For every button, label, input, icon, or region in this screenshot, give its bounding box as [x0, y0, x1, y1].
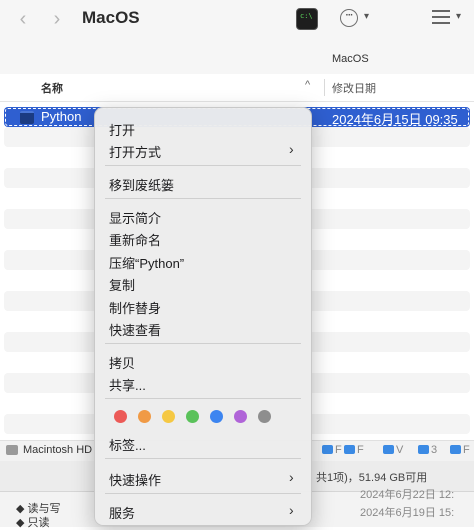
menu-item-get-info[interactable]: 显示简介 [109, 208, 161, 227]
breadcrumb[interactable]: F [344, 444, 364, 456]
breadcrumb[interactable]: 3 [418, 444, 437, 456]
forward-icon[interactable]: › [46, 8, 68, 30]
menu-divider [105, 343, 301, 344]
menu-item-services[interactable]: 服务 [109, 503, 135, 522]
menu-divider [105, 493, 301, 494]
tag-color-green[interactable] [186, 410, 199, 423]
tag-color-red[interactable] [114, 410, 127, 423]
info-date: 2024年6月22日 12: [360, 489, 455, 501]
disk-icon [6, 445, 18, 455]
column-name-header[interactable]: 名称 [41, 80, 63, 96]
breadcrumb[interactable]: V [383, 444, 403, 456]
info-date: 2024年6月19日 15: [360, 507, 455, 519]
column-date-header[interactable]: 修改日期 [332, 80, 376, 96]
file-name: Python [41, 109, 82, 124]
path-bar: MacOS [0, 42, 474, 75]
chevron-right-icon: › [289, 502, 294, 518]
folder-icon [322, 445, 333, 454]
status-text: 共1项)，51.94 GB可用 [316, 472, 428, 484]
ellipsis-circle-icon[interactable]: ··· [340, 9, 358, 27]
menu-item-share[interactable]: 共享... [109, 375, 146, 394]
context-menu: 打开 打开方式 › 移到废纸篓 显示简介 重新命名 压缩“Python” 复制 … [94, 107, 312, 526]
terminal-icon-text: c:\ [300, 12, 313, 20]
menu-item-open-with[interactable]: 打开方式 [109, 142, 161, 161]
tag-color-yellow[interactable] [162, 410, 175, 423]
tag-color-blue[interactable] [210, 410, 223, 423]
menu-item-tags[interactable]: 标签... [109, 435, 146, 454]
path-title: MacOS [332, 53, 369, 65]
menu-item-quick-actions[interactable]: 快速操作 [109, 470, 161, 489]
column-divider[interactable] [324, 79, 325, 96]
window-title: MacOS [82, 8, 140, 27]
tag-color-purple[interactable] [234, 410, 247, 423]
chevron-down-icon[interactable]: ▾ [364, 11, 369, 22]
column-header: 名称 ^ 修改日期 [0, 74, 474, 102]
folder-icon [450, 445, 461, 454]
menu-item-compress[interactable]: 压缩“Python” [109, 253, 184, 272]
tag-color-orange[interactable] [138, 410, 151, 423]
chevron-right-icon: › [289, 469, 294, 485]
folder-icon [418, 445, 429, 454]
chevron-right-icon: › [289, 141, 294, 157]
folder-icon [344, 445, 355, 454]
menu-divider [105, 458, 301, 459]
breadcrumb[interactable]: F [450, 444, 470, 456]
list-view-icon[interactable] [432, 10, 450, 24]
folder-icon [383, 445, 394, 454]
menu-item-copy[interactable]: 拷贝 [109, 353, 135, 372]
sort-chevron-up-icon[interactable]: ^ [305, 79, 310, 91]
file-date: 2024年6月15日 09:35 [332, 112, 458, 127]
menu-item-move-to-trash[interactable]: 移到废纸篓 [109, 175, 174, 194]
menu-item-rename[interactable]: 重新命名 [109, 230, 161, 249]
breadcrumb[interactable]: F [322, 444, 342, 456]
menu-item-duplicate[interactable]: 复制 [109, 275, 135, 294]
folder-icon [20, 111, 34, 124]
menu-divider [105, 198, 301, 199]
tag-color-gray[interactable] [258, 410, 271, 423]
disk-label[interactable]: Macintosh HD [23, 444, 92, 456]
chevron-down-icon[interactable]: ▾ [456, 11, 461, 22]
back-icon[interactable]: ‹ [12, 8, 34, 30]
menu-item-make-alias[interactable]: 制作替身 [109, 298, 161, 317]
menu-item-quick-look[interactable]: 快速查看 [109, 320, 161, 339]
permission-item[interactable]: ◆ 只读 [16, 514, 50, 530]
terminal-icon[interactable]: c:\ [296, 8, 318, 30]
menu-divider [105, 165, 301, 166]
menu-item-open[interactable]: 打开 [109, 120, 135, 139]
menu-divider [105, 398, 301, 399]
finder-toolbar: ‹ › MacOS c:\ ··· ▾ ▾ [0, 0, 474, 42]
